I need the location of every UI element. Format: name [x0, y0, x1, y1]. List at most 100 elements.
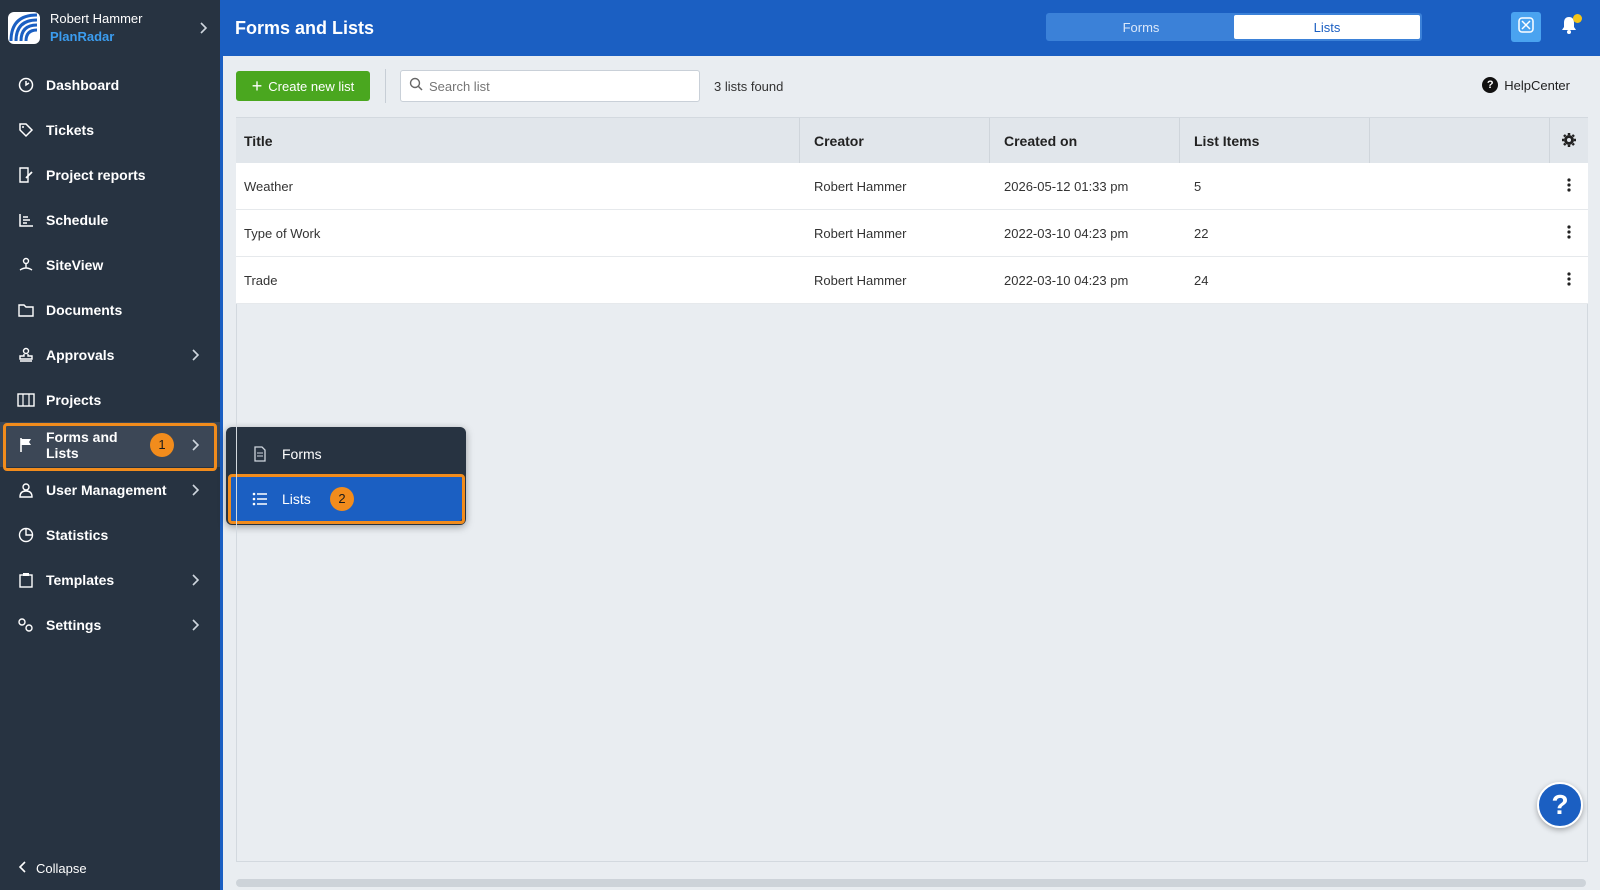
collapse-button[interactable]: Collapse	[18, 861, 87, 876]
cell-title: Type of Work	[244, 225, 321, 241]
step-1-highlight	[3, 423, 217, 471]
kebab-menu-icon	[1567, 271, 1571, 289]
dashboard-icon	[16, 75, 36, 95]
sidebar-nav: Dashboard Tickets Project reports Schedule S…	[0, 62, 220, 647]
chevron-right-icon	[188, 347, 204, 363]
sidebar-item-label: Settings	[46, 616, 102, 633]
cell-created-on: 2026-05-12 01:33 pm	[1004, 178, 1129, 194]
sidebar-item-label: Statistics	[46, 526, 109, 543]
column-title[interactable]: Title	[236, 118, 800, 164]
table-row[interactable]: Weather Robert Hammer 2026-05-12 01:33 pm 5	[236, 163, 1588, 210]
cell-creator: Robert Hammer	[814, 272, 907, 288]
sidebar-item-label: User Management	[46, 481, 167, 498]
sidebar-item-schedule[interactable]: Schedule	[0, 197, 220, 242]
projects-icon	[16, 390, 36, 410]
pie-chart-icon	[16, 525, 36, 545]
stamp-icon	[16, 345, 36, 365]
search-icon	[409, 77, 423, 96]
cell-list-items: 22	[1194, 225, 1209, 241]
notifications-button[interactable]	[1556, 14, 1582, 40]
column-empty	[1370, 118, 1550, 164]
sidebar-item-label: Documents	[46, 301, 123, 318]
sidebar-item-label: Approvals	[46, 346, 115, 363]
plus-icon: +	[251, 76, 263, 96]
sidebar-item-siteview[interactable]: SiteView	[0, 242, 220, 287]
sidebar-item-label: Dashboard	[46, 76, 120, 93]
chevron-right-icon	[188, 482, 204, 498]
sidebar-item-statistics[interactable]: Statistics	[0, 512, 220, 557]
sidebar-item-label: SiteView	[46, 256, 104, 273]
column-created-on[interactable]: Created on	[990, 118, 1180, 164]
search-box	[400, 70, 700, 102]
sidebar-item-label: Schedule	[46, 211, 109, 228]
cell-list-items: 5	[1194, 178, 1202, 194]
table-row[interactable]: Trade Robert Hammer 2022-03-10 04:23 pm 24	[236, 257, 1588, 304]
helpcenter-link[interactable]: ? HelpCenter	[1482, 77, 1570, 93]
column-creator[interactable]: Creator	[800, 118, 990, 164]
toolbar-divider	[385, 69, 386, 103]
kebab-menu-icon	[1567, 177, 1571, 195]
sidebar-item-dashboard[interactable]: Dashboard	[0, 62, 220, 107]
sidebar-item-label: Projects	[46, 391, 102, 408]
apps-button[interactable]	[1511, 12, 1541, 42]
cell-title: Weather	[244, 178, 293, 194]
sidebar-divider	[220, 0, 223, 890]
sidebar-item-label: Templates	[46, 571, 115, 588]
tag-icon	[16, 120, 36, 140]
cell-created-on: 2022-03-10 04:23 pm	[1004, 225, 1129, 241]
row-menu-button[interactable]	[1550, 224, 1588, 242]
table-settings-button[interactable]	[1550, 118, 1588, 164]
user-name: Robert Hammer	[50, 11, 143, 26]
sidebar-item-settings[interactable]: Settings	[0, 602, 220, 647]
row-menu-button[interactable]	[1550, 177, 1588, 195]
gears-icon	[16, 615, 36, 635]
tab-lists[interactable]: Lists	[1234, 15, 1420, 39]
chevron-right-icon	[188, 617, 204, 633]
table-row[interactable]: Type of Work Robert Hammer 2022-03-10 04:2…	[236, 210, 1588, 257]
top-header: Forms and Lists Forms Lists	[223, 0, 1600, 56]
brand-name: PlanRadar	[50, 29, 115, 44]
table-body: Weather Robert Hammer 2026-05-12 01:33 pm 5…	[236, 163, 1588, 304]
cell-created-on: 2022-03-10 04:23 pm	[1004, 272, 1129, 288]
horizontal-scrollbar[interactable]	[236, 879, 1586, 887]
sidebar-item-label: Project reports	[46, 166, 146, 183]
column-list-items[interactable]: List Items	[1180, 118, 1370, 164]
schedule-icon	[16, 210, 36, 230]
sidebar-item-project-reports[interactable]: Project reports	[0, 152, 220, 197]
help-fab-button[interactable]: ?	[1537, 782, 1583, 828]
sidebar-item-approvals[interactable]: Approvals	[0, 332, 220, 377]
question-icon: ?	[1482, 77, 1499, 93]
cell-title: Trade	[244, 272, 278, 288]
planradar-logo-icon	[8, 12, 40, 44]
notification-dot	[1573, 14, 1582, 23]
chevron-right-icon	[188, 572, 204, 588]
siteview-icon	[16, 255, 36, 275]
chevron-left-icon	[18, 861, 26, 876]
user-switcher[interactable]: Robert Hammer PlanRadar	[0, 0, 220, 56]
cell-creator: Robert Hammer	[814, 225, 907, 241]
gear-icon	[1561, 132, 1577, 151]
apps-icon	[1517, 16, 1535, 39]
table-header: Title Creator Created on List Items	[236, 117, 1588, 164]
folder-icon	[16, 300, 36, 320]
cell-creator: Robert Hammer	[814, 178, 907, 194]
lists-count: 3 lists found	[714, 79, 784, 94]
create-new-list-label: Create new list	[268, 78, 355, 94]
sidebar-item-documents[interactable]: Documents	[0, 287, 220, 332]
user-icon	[16, 480, 36, 500]
sidebar-item-tickets[interactable]: Tickets	[0, 107, 220, 152]
sidebar-item-user-management[interactable]: User Management	[0, 467, 220, 512]
sidebar-item-templates[interactable]: Templates	[0, 557, 220, 602]
page-title: Forms and Lists	[235, 17, 375, 38]
report-icon	[16, 165, 36, 185]
cell-list-items: 24	[1194, 272, 1209, 288]
chevron-right-icon	[196, 20, 212, 36]
create-new-list-button[interactable]: + Create new list	[236, 71, 370, 101]
sidebar-item-label: Tickets	[46, 121, 94, 138]
kebab-menu-icon	[1567, 224, 1571, 242]
tab-forms[interactable]: Forms	[1048, 15, 1234, 39]
helpcenter-label: HelpCenter	[1504, 77, 1570, 93]
search-input[interactable]	[429, 78, 691, 94]
row-menu-button[interactable]	[1550, 271, 1588, 289]
sidebar-item-projects[interactable]: Projects	[0, 377, 220, 422]
